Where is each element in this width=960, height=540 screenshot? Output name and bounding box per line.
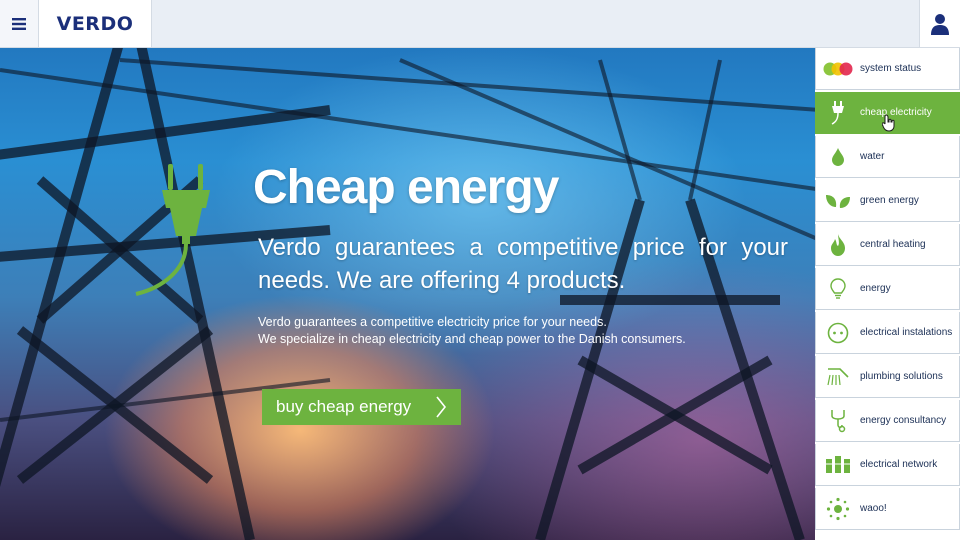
water-drop-icon xyxy=(816,147,860,166)
top-bar-spacer xyxy=(152,0,919,47)
cta-label: buy cheap energy xyxy=(276,397,412,416)
sidebar-item-label: green energy xyxy=(860,195,919,206)
sidebar-menu: system status cheap electricity water gr… xyxy=(815,48,960,540)
sidebar-item-label: electrical network xyxy=(860,459,938,470)
top-bar: VERDO xyxy=(0,0,960,48)
sidebar-item-electrical-network[interactable]: electrical network xyxy=(815,444,960,486)
sidebar-item-label: system status xyxy=(860,63,922,74)
sidebar-item-water[interactable]: water xyxy=(815,136,960,178)
sidebar-item-system-status[interactable]: system status xyxy=(815,48,960,90)
sidebar-item-label: energy consultancy xyxy=(860,415,947,426)
sidebar-item-label: plumbing solutions xyxy=(860,371,943,382)
leaves-icon xyxy=(816,193,860,209)
hamburger-icon xyxy=(12,17,26,30)
hero-lead-text: Verdo guarantees a competitive price for… xyxy=(258,234,788,294)
hand-cursor-icon xyxy=(882,114,895,132)
socket-icon xyxy=(816,322,860,344)
hero-title: Cheap energy xyxy=(253,161,559,214)
plug-icon xyxy=(816,100,860,125)
sidebar-item-central-heating[interactable]: central heating xyxy=(815,224,960,266)
shower-icon xyxy=(816,367,860,387)
flame-icon xyxy=(816,233,860,256)
stethoscope-icon xyxy=(816,409,860,433)
sidebar-item-label: energy xyxy=(860,283,891,294)
sidebar-item-label: central heating xyxy=(860,239,926,250)
sidebar-item-cheap-electricity[interactable]: cheap electricity xyxy=(815,92,960,134)
sidebar-item-green-energy[interactable]: green energy xyxy=(815,180,960,222)
user-account-button[interactable] xyxy=(919,0,960,47)
status-lights-icon xyxy=(816,61,860,77)
chevron-right-icon xyxy=(436,396,447,418)
sidebar-item-electrical-instalations[interactable]: electrical instalations xyxy=(815,312,960,354)
sidebar-item-label: waoo! xyxy=(860,503,887,514)
hero-body-line-1: Verdo guarantees a competitive electrici… xyxy=(258,315,607,329)
user-icon xyxy=(931,13,949,35)
menu-button[interactable] xyxy=(0,0,39,47)
plug-icon xyxy=(135,164,210,296)
sidebar-item-plumbing-solutions[interactable]: plumbing solutions xyxy=(815,356,960,398)
hero-body-line-2: We specialize in cheap electricity and c… xyxy=(258,332,686,346)
sidebar-item-waoo[interactable]: waoo! xyxy=(815,488,960,530)
sidebar-item-label: electrical instalations xyxy=(860,327,953,338)
logo-text: VERDO xyxy=(56,12,134,35)
buy-cheap-energy-button[interactable]: buy cheap energy xyxy=(262,389,461,425)
hero-body-text: Verdo guarantees a competitive electrici… xyxy=(258,314,778,348)
sidebar-item-label: water xyxy=(860,151,885,162)
sidebar-item-energy[interactable]: energy xyxy=(815,268,960,310)
logo[interactable]: VERDO xyxy=(39,0,152,47)
sparkle-icon xyxy=(816,497,860,521)
lightbulb-icon xyxy=(816,277,860,300)
sidebar-item-energy-consultancy[interactable]: energy consultancy xyxy=(815,400,960,442)
network-icon xyxy=(816,455,860,475)
